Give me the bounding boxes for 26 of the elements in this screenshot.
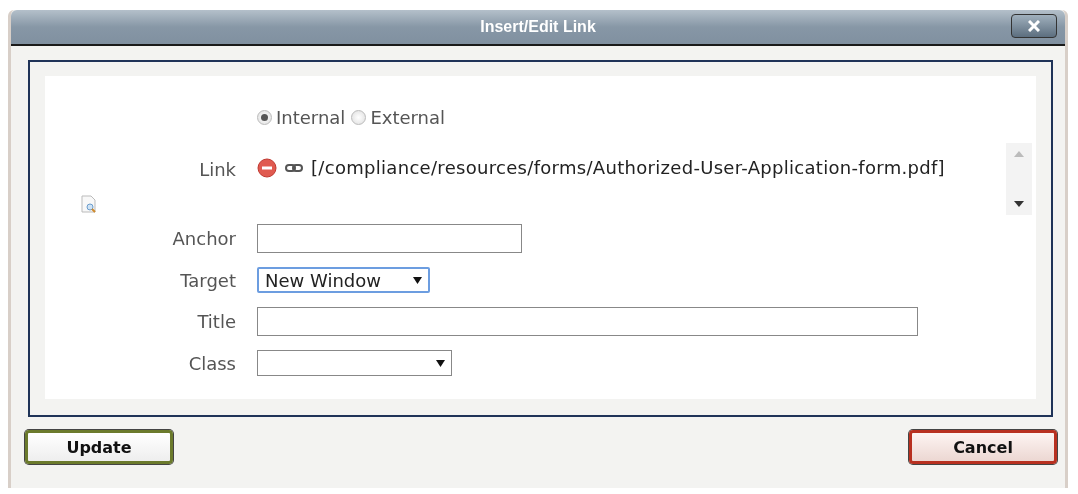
link-icon	[285, 162, 303, 173]
scroll-down-icon[interactable]	[1014, 201, 1024, 207]
radio-label: External	[370, 106, 446, 128]
dropdown[interactable]: New Window	[257, 267, 430, 293]
remove-icon[interactable]	[257, 157, 277, 178]
radio-label: Internal	[276, 106, 346, 128]
close-icon	[1028, 20, 1040, 32]
radio-button[interactable]	[257, 109, 272, 125]
field-label: Target	[179, 269, 237, 291]
field-label: Class	[187, 352, 237, 374]
caret-icon	[413, 275, 422, 285]
close-button[interactable]	[1011, 14, 1057, 38]
field-label: Link	[198, 159, 237, 180]
update-button[interactable]: Update	[25, 430, 173, 464]
field-label: Anchor	[171, 228, 237, 249]
cancel-button[interactable]: Cancel	[909, 430, 1057, 464]
scrollbar[interactable]	[1006, 143, 1032, 215]
text-field[interactable]	[257, 307, 918, 336]
dropdown[interactable]	[257, 350, 452, 376]
field-label: Title	[196, 311, 237, 332]
window-title: Insert/Edit Link	[480, 18, 596, 36]
link-path: [/compliance/resources/forms/Authorized-User-Application-form.pdf]	[311, 157, 945, 178]
document-preview-icon[interactable]	[81, 195, 97, 213]
text-field[interactable]	[257, 224, 522, 253]
caret-icon	[436, 358, 445, 368]
radio-button[interactable]	[351, 109, 367, 125]
